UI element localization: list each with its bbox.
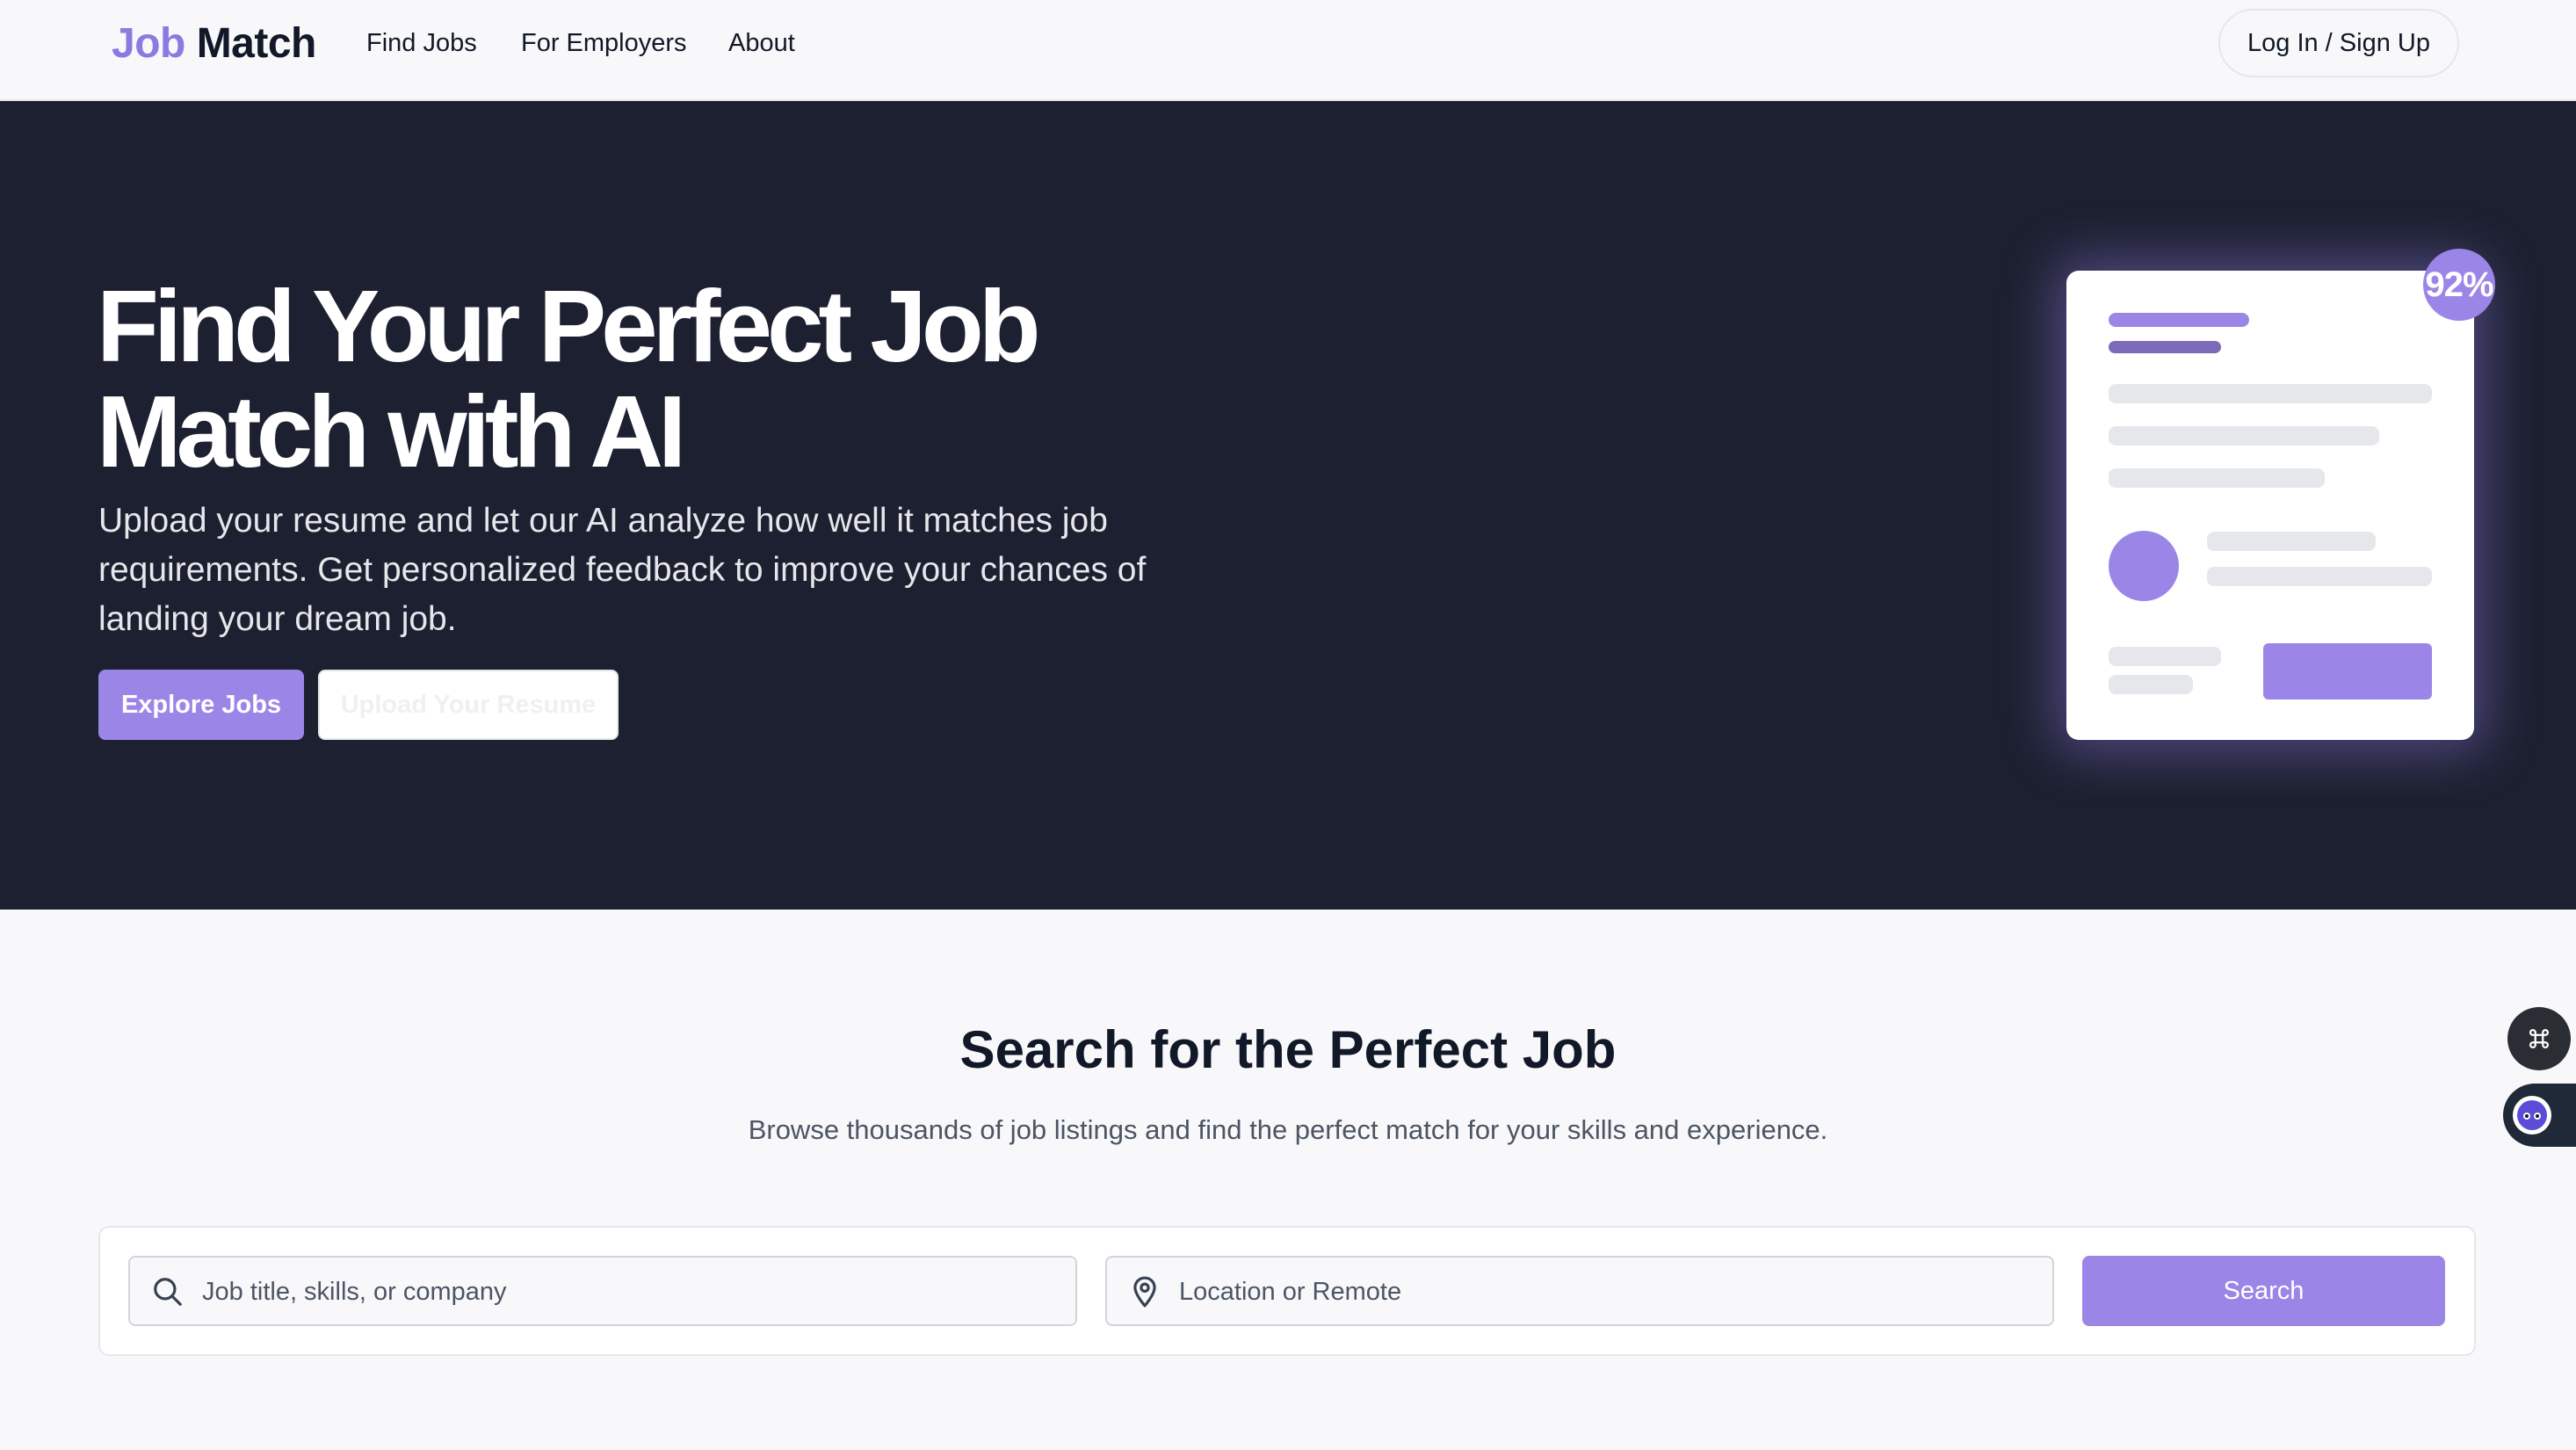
card-line: [2109, 313, 2249, 327]
logo-job: Job: [112, 20, 185, 67]
hero-subtitle: Upload your resume and let our AI analyz…: [98, 502, 1147, 638]
match-score: 92%: [2425, 265, 2493, 304]
card-line: [2109, 341, 2221, 353]
keyword-input[interactable]: [200, 1258, 1065, 1326]
login-signup-button[interactable]: Log In / Sign Up: [2218, 9, 2459, 77]
search-section-title: Search for the Perfect Job: [959, 1020, 1617, 1079]
nav-about[interactable]: About: [728, 29, 795, 58]
search-section-subtitle: Browse thousands of job listings and fin…: [748, 1114, 1828, 1145]
upload-resume-button[interactable]: Upload Your Resume: [318, 670, 619, 740]
search-button[interactable]: Search: [2082, 1256, 2445, 1326]
bot-icon: [2513, 1096, 2551, 1135]
assistant-button[interactable]: [2503, 1084, 2576, 1147]
location-pin-icon: [1133, 1276, 1156, 1308]
card-line: [2109, 384, 2432, 403]
navbar: Job Match Find Jobs For Employers About …: [0, 0, 2576, 101]
match-score-badge: 92%: [2423, 249, 2495, 321]
explore-jobs-button[interactable]: Explore Jobs: [98, 670, 304, 740]
card-avatar: [2109, 531, 2179, 601]
card-line: [2109, 675, 2193, 694]
hero-title-line1: Find Your Perfect Job: [97, 269, 1041, 383]
resume-card-illustration: [2066, 271, 2474, 740]
keyword-field[interactable]: [128, 1256, 1077, 1326]
card-button: [2263, 643, 2432, 700]
nav-find-jobs[interactable]: Find Jobs: [366, 29, 477, 58]
location-input[interactable]: [1177, 1258, 2042, 1326]
command-menu-button[interactable]: [2507, 1007, 2571, 1070]
location-field[interactable]: [1105, 1256, 2054, 1326]
search-icon: [154, 1278, 182, 1306]
hero-section: Find Your Perfect Job Match with AI Uplo…: [0, 101, 2576, 910]
card-line: [2207, 532, 2376, 551]
command-icon: [2529, 1028, 2550, 1049]
hero-title: Find Your Perfect Job Match with AI: [97, 273, 1327, 484]
nav-for-employers[interactable]: For Employers: [521, 29, 687, 58]
logo-match: Match: [196, 20, 317, 67]
logo[interactable]: Job Match: [112, 19, 316, 68]
card-line: [2109, 468, 2325, 488]
card-line: [2207, 567, 2432, 586]
hero-title-line2: Match with AI: [97, 374, 686, 489]
card-line: [2109, 647, 2221, 666]
card-line: [2109, 426, 2379, 446]
